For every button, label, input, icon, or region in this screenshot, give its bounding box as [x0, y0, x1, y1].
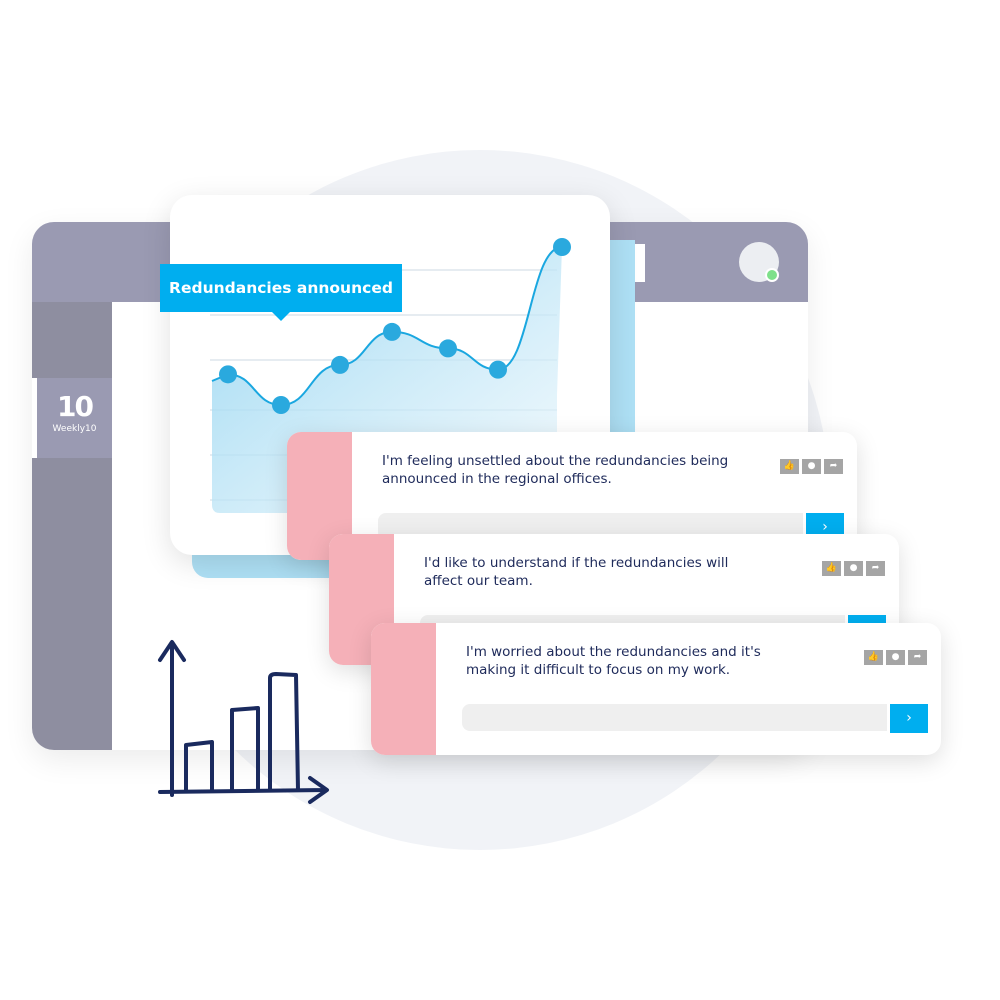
logo-name: Weekly10	[52, 424, 97, 434]
share-arrow-icon[interactable]: ➦	[908, 650, 927, 665]
share-arrow-icon[interactable]: ➦	[866, 561, 885, 576]
speech-bubble-icon[interactable]: ●	[844, 561, 863, 576]
comment-text: I'm feeling unsettled about the redundan…	[382, 453, 729, 487]
thumbs-up-icon[interactable]: 👍	[780, 459, 799, 474]
data-point	[272, 396, 290, 414]
card-stripe	[371, 623, 436, 755]
chart-tooltip: Redundancies announced	[160, 264, 402, 321]
data-point	[331, 355, 349, 374]
reply-input[interactable]	[462, 704, 887, 731]
data-point	[553, 238, 571, 256]
data-point	[383, 322, 401, 341]
logo-number: 10	[57, 390, 94, 423]
send-button[interactable]: ›	[890, 704, 928, 733]
thumbs-up-icon[interactable]: 👍	[864, 650, 883, 665]
thumbs-up-icon[interactable]: 👍	[822, 561, 841, 576]
logo[interactable]: 10 Weekly10	[32, 378, 112, 458]
share-arrow-icon[interactable]: ➦	[824, 459, 843, 474]
speech-bubble-icon[interactable]: ●	[886, 650, 905, 665]
comment-card: I'm worried about the redundancies and i…	[371, 623, 941, 755]
comment-text: I'd like to understand if the redundanci…	[424, 555, 729, 589]
online-status-dot	[765, 268, 779, 282]
data-point	[439, 339, 457, 358]
sidebar	[32, 302, 112, 750]
data-point	[219, 365, 237, 384]
comment-text: I'm worried about the redundancies and i…	[466, 644, 761, 678]
hand-drawn-bar-chart-icon	[158, 640, 329, 804]
speech-bubble-icon[interactable]: ●	[802, 459, 821, 474]
data-point	[489, 360, 507, 379]
